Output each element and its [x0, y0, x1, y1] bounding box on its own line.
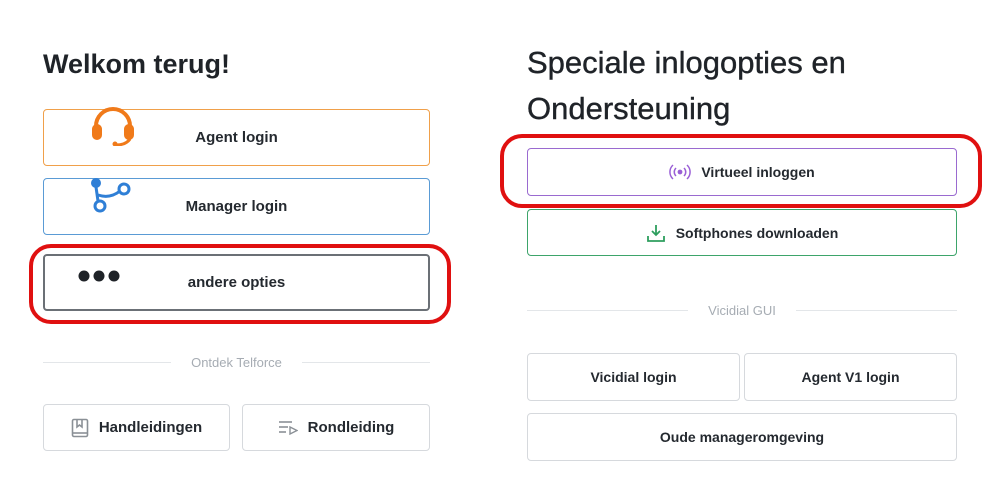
vicidial-login-button[interactable]: Vicidial login — [527, 353, 740, 401]
book-icon — [71, 418, 89, 438]
virtual-login-label: Virtueel inloggen — [701, 164, 815, 180]
divider-line — [301, 361, 430, 363]
virtual-login-button[interactable]: Virtueel inloggen — [527, 148, 957, 196]
special-login-title: Speciale inlogopties en Ondersteuning — [527, 45, 846, 126]
manuals-label: Handleidingen — [98, 419, 203, 436]
divider-line — [527, 309, 689, 311]
other-options-label: andere opties — [187, 274, 286, 291]
divider-line — [43, 361, 172, 363]
branch-icon — [88, 177, 134, 217]
manager-login-button[interactable]: Manager login — [43, 178, 430, 235]
list-play-icon — [278, 420, 298, 436]
old-manager-environment-button[interactable]: Oude manageromgeving — [527, 413, 957, 461]
divider-line — [795, 309, 957, 311]
agent-v1-login-label: Agent V1 login — [801, 369, 900, 385]
dots-icon — [78, 269, 122, 287]
manuals-button[interactable]: Handleidingen — [43, 404, 230, 451]
other-options-button[interactable]: andere opties — [43, 254, 430, 311]
headset-icon — [90, 106, 136, 150]
broadcast-icon — [669, 163, 692, 181]
download-icon — [646, 223, 666, 243]
softphones-download-label: Softphones downloaden — [675, 224, 839, 241]
tour-label: Rondleiding — [307, 419, 395, 436]
agent-login-button[interactable]: Agent login — [43, 106, 430, 166]
vicidial-divider-label: Vicidial GUI — [708, 302, 776, 318]
discover-divider-label: Ontdek Telforce — [191, 354, 282, 370]
vicidial-login-label: Vicidial login — [590, 369, 677, 385]
manager-login-label: Manager login — [185, 198, 288, 215]
old-manager-environment-label: Oude manageromgeving — [659, 429, 825, 445]
agent-v1-login-button[interactable]: Agent V1 login — [744, 353, 957, 401]
discover-divider: Ontdek Telforce — [43, 352, 430, 372]
welcome-title: Welkom terug! — [43, 49, 231, 79]
softphones-download-button[interactable]: Softphones downloaden — [527, 209, 957, 256]
agent-login-label: Agent login — [195, 129, 278, 146]
vicidial-divider: Vicidial GUI — [527, 300, 957, 320]
tour-button[interactable]: Rondleiding — [242, 404, 430, 451]
